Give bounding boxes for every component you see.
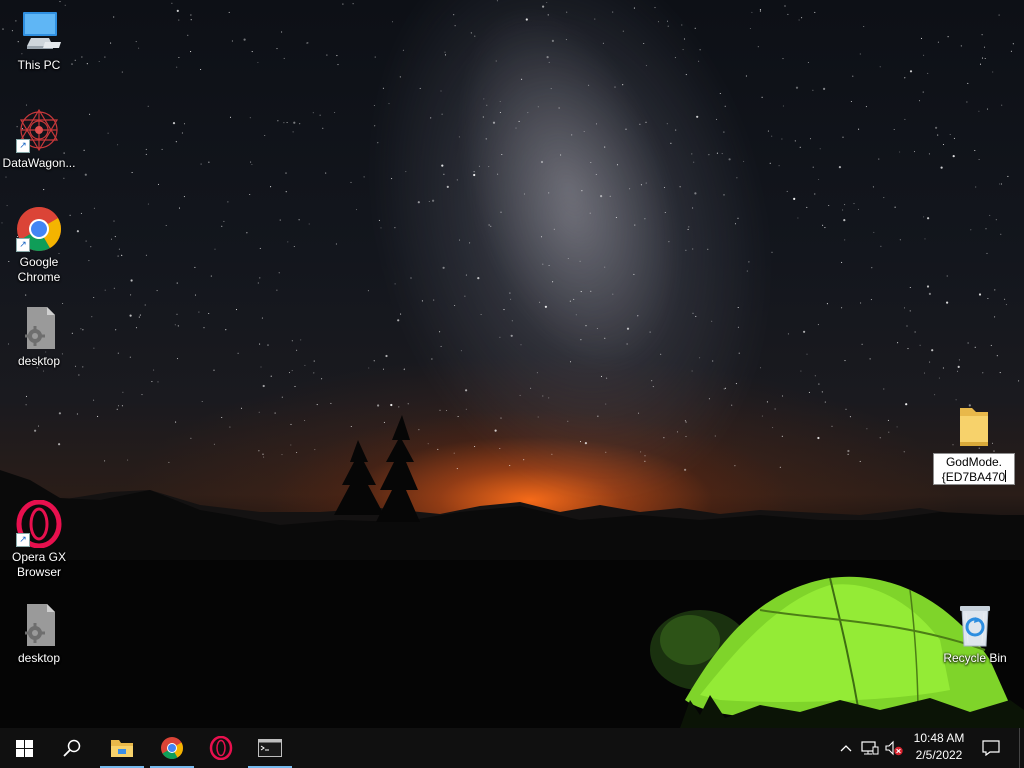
shortcut-arrow-icon: ↗	[16, 139, 30, 153]
desktop-icon-recycle-bin[interactable]: Recycle Bin	[937, 601, 1013, 666]
this-pc-icon	[15, 8, 63, 56]
recycle-bin-icon	[951, 601, 999, 649]
desktop-icon-opera-gx[interactable]: ↗ Opera GX Browser	[1, 499, 77, 580]
search-icon	[63, 739, 81, 757]
desktop-icon-label: desktop	[17, 354, 61, 368]
clock-time: 10:48 AM	[913, 731, 965, 745]
text-caret	[1005, 470, 1007, 482]
taskbar-opera-gx[interactable]	[197, 728, 245, 768]
desktop-icon-godmode-folder[interactable]	[935, 402, 1013, 452]
shortcut-arrow-icon: ↗	[16, 533, 30, 547]
taskbar: 10:48 AM 2/5/2022	[0, 728, 1024, 768]
desktop-icon-label: Recycle Bin	[943, 651, 1007, 665]
desktop-wallpaper	[0, 0, 1024, 728]
clock-date: 2/5/2022	[915, 748, 963, 762]
opera-gx-icon: ↗	[15, 499, 63, 549]
chevron-up-icon	[840, 745, 852, 752]
rename-text-line-2: {ED7BA470	[941, 470, 1006, 484]
desktop-icon-this-pc[interactable]: This PC	[1, 8, 77, 73]
taskbar-clock[interactable]: 10:48 AM 2/5/2022	[906, 730, 972, 766]
desktop-icon-desktop-ini-1[interactable]: desktop	[1, 304, 77, 369]
desktop-icon-desktop-ini-2[interactable]: desktop	[1, 601, 77, 666]
taskbar-file-explorer[interactable]	[98, 728, 146, 768]
desktop-icon-label: desktop	[17, 651, 61, 665]
settings-file-icon	[15, 304, 63, 352]
rename-textbox[interactable]: GodMode. {ED7BA470	[933, 453, 1015, 485]
network-tray-button[interactable]	[860, 738, 880, 758]
network-icon	[861, 741, 879, 755]
taskbar-command-prompt[interactable]	[246, 728, 294, 768]
desktop-icon-label: Google Chrome	[17, 255, 61, 284]
notification-icon	[982, 740, 1000, 756]
desktop-icon-label: DataWagon...	[2, 156, 76, 170]
search-button[interactable]	[48, 728, 96, 768]
show-hidden-icons-button[interactable]	[836, 738, 856, 758]
desktop-icon-label: Opera GX Browser	[11, 550, 67, 579]
action-center-button[interactable]	[981, 738, 1001, 758]
datawagon-icon: ↗	[15, 106, 63, 154]
cmd-icon	[258, 739, 282, 757]
chrome-icon: ↗	[15, 205, 63, 253]
chrome-icon	[161, 737, 183, 759]
volume-tray-button[interactable]	[884, 738, 904, 758]
desktop-icon-google-chrome[interactable]: ↗ Google Chrome	[1, 205, 77, 285]
desktop-icon-datawagon[interactable]: ↗ DataWagon...	[1, 106, 77, 171]
folder-icon	[950, 402, 998, 450]
rename-text-line-1: GodMode.	[945, 455, 1003, 469]
landscape-silhouette	[0, 415, 1024, 728]
desktop-icon-label: This PC	[17, 58, 61, 72]
file-explorer-icon	[111, 740, 133, 757]
start-button[interactable]	[0, 728, 48, 768]
shortcut-arrow-icon: ↗	[16, 238, 30, 252]
start-icon	[15, 739, 33, 757]
settings-file-icon	[15, 601, 63, 649]
taskbar-google-chrome[interactable]	[148, 728, 196, 768]
volume-muted-icon	[885, 740, 903, 756]
show-desktop-button[interactable]	[1019, 728, 1024, 768]
opera-gx-icon	[209, 736, 233, 760]
